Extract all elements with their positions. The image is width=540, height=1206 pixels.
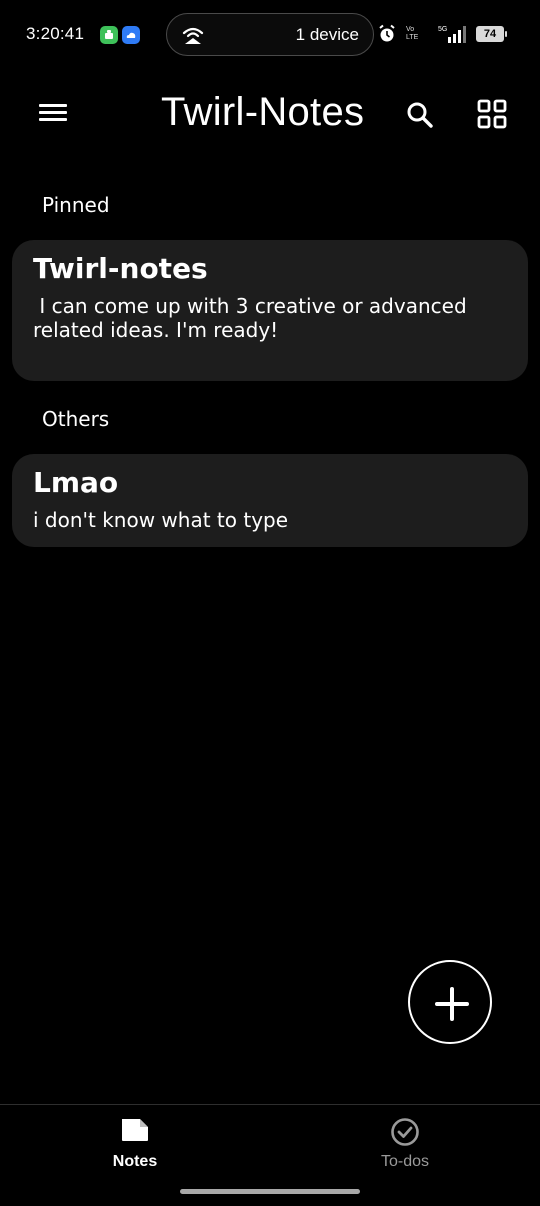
note-card-pinned[interactable]: Twirl-notes I can come up with 3 creativ… xyxy=(12,240,528,381)
grid-view-icon xyxy=(477,99,507,129)
battery-indicator: 74 xyxy=(476,26,507,42)
layout-toggle-button[interactable] xyxy=(474,97,510,133)
notes-screen: 3:20:41 1 device Vo LTE 5G 74 Twirl-Note… xyxy=(0,0,540,1206)
device-count: 1 device xyxy=(295,25,359,44)
search-icon xyxy=(407,102,433,128)
menu-button[interactable] xyxy=(36,100,72,130)
others-section-label: Others xyxy=(42,407,110,431)
search-button[interactable] xyxy=(402,98,438,134)
android-app-icon xyxy=(100,26,118,44)
app-title: Twirl-Notes xyxy=(161,90,365,134)
svg-text:5G: 5G xyxy=(438,26,447,33)
note-body: i don't know what to type xyxy=(33,508,289,532)
note-title: Lmao xyxy=(33,466,119,499)
note-icon xyxy=(122,1119,148,1141)
hamburger-menu-icon xyxy=(39,104,67,107)
pinned-section-label: Pinned xyxy=(42,193,110,217)
hotspot-icon xyxy=(182,27,204,44)
note-title: Twirl-notes xyxy=(33,252,208,285)
add-note-button[interactable] xyxy=(408,960,492,1044)
volte-indicator: Vo LTE xyxy=(406,26,419,41)
nav-label-todos: To-dos xyxy=(380,1153,430,1170)
status-bar: 3:20:41 1 device Vo LTE 5G 74 xyxy=(0,0,540,70)
home-indicator[interactable] xyxy=(180,1189,360,1194)
status-time: 3:20:41 xyxy=(26,24,85,43)
connected-device-pill[interactable]: 1 device xyxy=(166,13,374,56)
cloud-app-icon xyxy=(122,26,140,44)
note-body: I can come up with 3 creative or advance… xyxy=(33,294,474,342)
nav-item-notes[interactable]: Notes xyxy=(0,1105,270,1185)
nav-label-notes: Notes xyxy=(112,1153,158,1170)
check-circle-icon xyxy=(391,1118,419,1146)
plus-icon xyxy=(435,987,469,1021)
nav-item-todos[interactable]: To-dos xyxy=(270,1105,540,1185)
alarm-icon xyxy=(379,24,395,42)
note-card-other[interactable]: Lmao i don't know what to type xyxy=(12,454,528,547)
signal-5g-icon: 5G xyxy=(438,26,466,43)
